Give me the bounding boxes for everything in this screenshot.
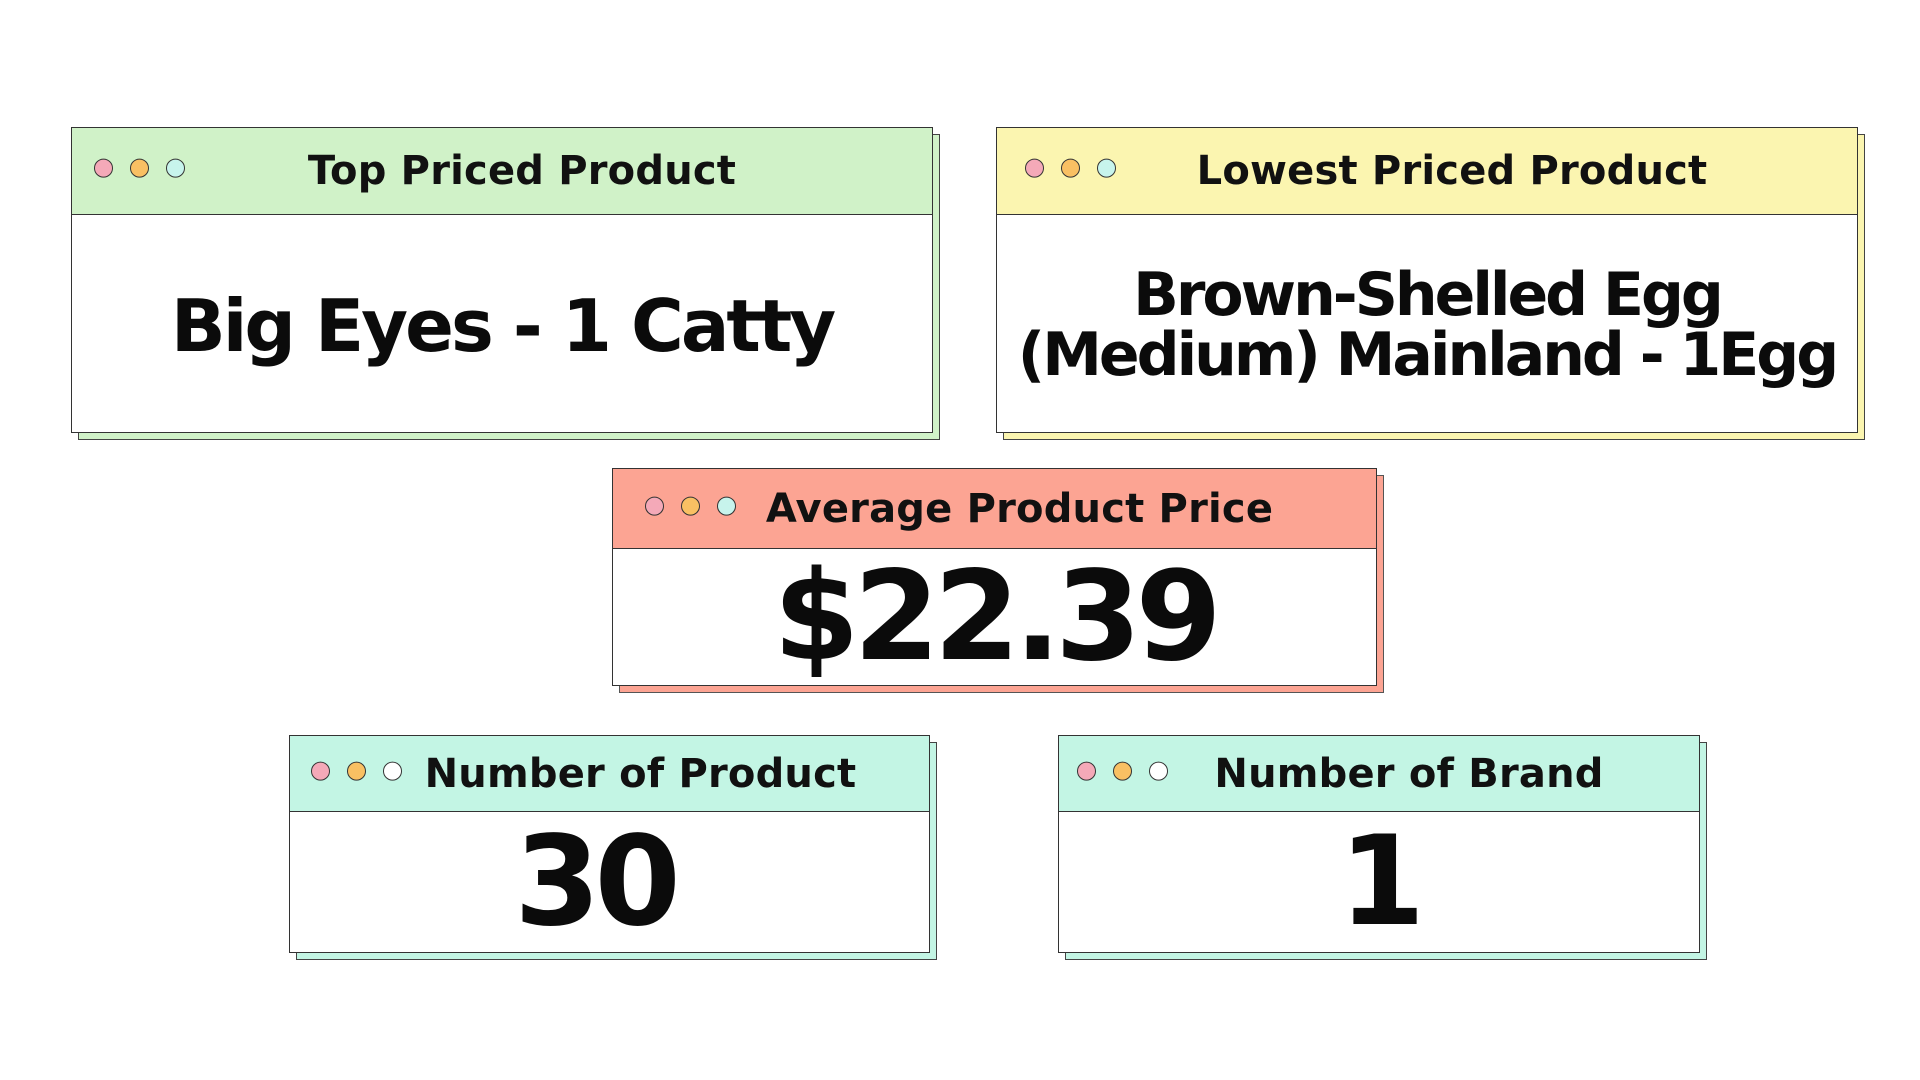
number-of-product-card: Number of Product 30 xyxy=(289,735,937,960)
lowest-priced-value-line-2: (Medium) Mainland - 1Egg xyxy=(1017,319,1839,390)
average-price-value: $22.39 xyxy=(773,545,1222,689)
card-title: Lowest Priced Product xyxy=(1196,148,1708,194)
card-header: Top Priced Product xyxy=(72,128,932,215)
card-title: Top Priced Product xyxy=(307,148,737,194)
card-title: Number of Product xyxy=(424,750,857,797)
top-priced-product-value: Big Eyes - 1 Catty xyxy=(170,283,836,368)
average-product-price-card: Average Product Price $22.39 xyxy=(612,468,1384,693)
card-body: Lowest Priced Product Brown-Shelled Egg … xyxy=(996,127,1858,433)
card-body: Top Priced Product Big Eyes - 1 Catty xyxy=(71,127,933,433)
number-of-product-value: 30 xyxy=(514,810,681,954)
number-of-brand-card: Number of Brand 1 xyxy=(1058,735,1707,960)
card-body: Number of Brand 1 xyxy=(1058,735,1700,954)
card-title: Average Product Price xyxy=(765,485,1274,532)
lowest-priced-product-card: Lowest Priced Product Brown-Shelled Egg … xyxy=(996,127,1865,440)
card-title: Number of Brand xyxy=(1214,750,1604,797)
card-header: Lowest Priced Product xyxy=(997,128,1857,215)
card-body: Average Product Price $22.39 xyxy=(612,468,1377,689)
number-of-brand-value: 1 xyxy=(1338,810,1425,954)
dashboard-page: Top Priced Product Big Eyes - 1 Catty Lo… xyxy=(0,0,1920,1080)
card-header: Number of Brand xyxy=(1059,736,1699,812)
lowest-priced-value-line-1: Brown-Shelled Egg xyxy=(1133,259,1724,330)
top-priced-product-card: Top Priced Product Big Eyes - 1 Catty xyxy=(71,127,940,440)
lowest-priced-product-value: Brown-Shelled Egg (Medium) Mainland - 1E… xyxy=(997,215,1857,432)
card-body: Number of Product 30 xyxy=(289,735,930,954)
card-header: Average Product Price xyxy=(613,469,1376,549)
card-header: Number of Product xyxy=(290,736,929,812)
